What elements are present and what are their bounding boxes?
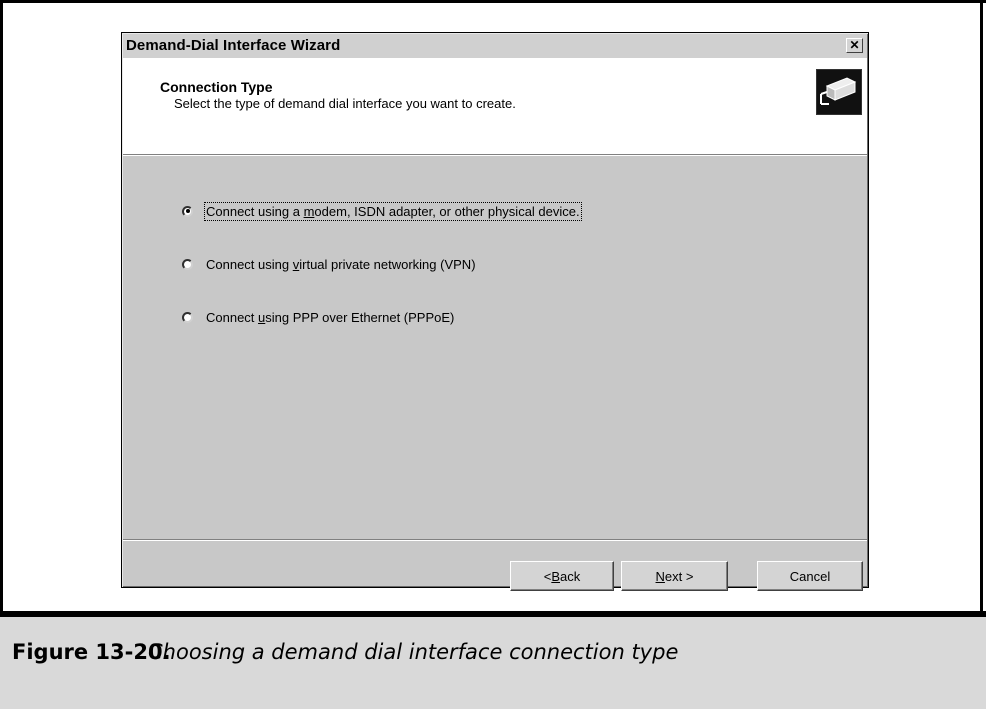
figure-number: Figure 13-20.	[12, 640, 171, 664]
close-button[interactable]: ✕	[846, 38, 863, 53]
page-title: Connection Type	[160, 79, 273, 95]
dialog-title: Demand-Dial Interface Wizard	[126, 37, 341, 54]
header-divider	[123, 155, 867, 156]
option-label: Connect using PPP over Ethernet (PPPoE)	[206, 309, 455, 325]
option-label: Connect using a modem, ISDN adapter, or …	[204, 201, 582, 221]
wizard-dialog: Demand-Dial Interface Wizard ✕ Connectio…	[121, 32, 869, 591]
cancel-button[interactable]: Cancel	[757, 561, 863, 591]
option-label: Connect using virtual private networking…	[206, 256, 476, 272]
title-bar[interactable]: Demand-Dial Interface Wizard ✕	[123, 34, 867, 58]
close-icon: ✕	[849, 38, 860, 52]
page-top-rule	[0, 0, 986, 3]
figure-caption: Choosing a demand dial interface connect…	[148, 640, 679, 664]
next-button[interactable]: Next >	[621, 561, 728, 591]
footer-divider-highlight	[123, 540, 867, 541]
back-button[interactable]: < Back	[510, 561, 614, 591]
radio-pppoe[interactable]	[182, 311, 193, 323]
page-subtitle: Select the type of demand dial interface…	[174, 96, 516, 111]
connection-type-options: Connect using a modem, ISDN adapter, or …	[182, 201, 582, 360]
radio-vpn[interactable]	[182, 258, 193, 270]
option-physical-device[interactable]: Connect using a modem, ISDN adapter, or …	[182, 201, 582, 221]
network-connection-icon	[816, 69, 862, 115]
option-vpn[interactable]: Connect using virtual private networking…	[182, 254, 580, 274]
option-pppoe[interactable]: Connect using PPP over Ethernet (PPPoE)	[182, 307, 580, 327]
radio-physical-device[interactable]	[182, 205, 193, 217]
wizard-header: Connection Type Select the type of deman…	[123, 58, 867, 155]
